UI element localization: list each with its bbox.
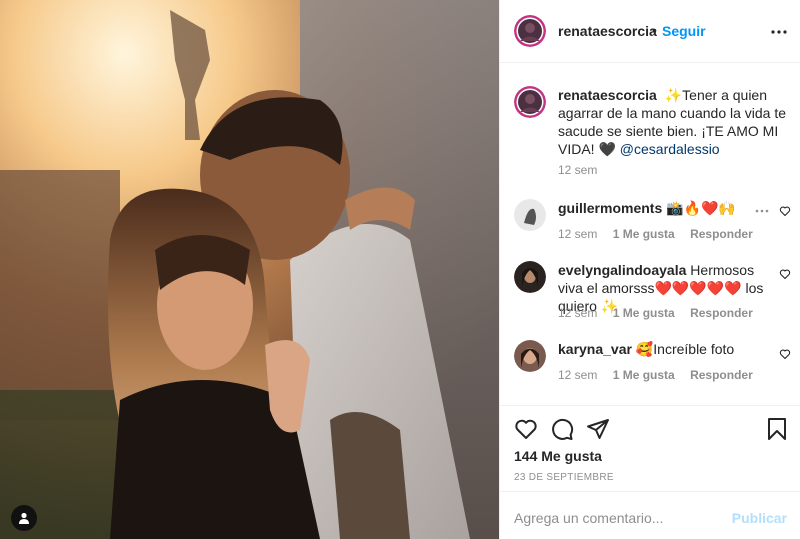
- heart-icon[interactable]: [779, 348, 791, 360]
- comment-username[interactable]: guillermoments: [558, 200, 662, 216]
- comment-time: 12 sem: [558, 227, 598, 241]
- comment-likes[interactable]: 1 Me gusta: [613, 227, 675, 241]
- separator-dot: •: [652, 22, 657, 38]
- post-photo[interactable]: [0, 0, 499, 539]
- comment-body: 🥰Increíble foto: [635, 341, 735, 357]
- paper-plane-icon[interactable]: [586, 417, 610, 441]
- comment-likes[interactable]: 1 Me gusta: [613, 368, 675, 382]
- comment-meta: 12 sem 1 Me gusta Responder: [558, 368, 765, 382]
- follow-button[interactable]: Seguir: [662, 23, 706, 39]
- comment-time: 12 sem: [558, 368, 598, 382]
- comment-body: 📸🔥❤️🙌: [666, 200, 736, 216]
- heart-icon[interactable]: [779, 205, 791, 217]
- author-username[interactable]: renataescorcia: [558, 23, 657, 39]
- tagged-users-button[interactable]: [11, 505, 37, 531]
- post-side-panel: renataescorcia • Seguir renataescorcia ✨…: [499, 0, 800, 539]
- caption-text: renataescorcia ✨Tener a quien agarrar de…: [558, 86, 790, 158]
- author-avatar[interactable]: [514, 15, 546, 47]
- comment-avatar[interactable]: [514, 199, 546, 231]
- comment-likes[interactable]: 1 Me gusta: [613, 306, 675, 320]
- comment-input[interactable]: Agrega un comentario...: [514, 510, 663, 526]
- post-date: 23 DE SEPTIEMBRE: [514, 472, 614, 483]
- comment-username[interactable]: evelyngalindoayala: [558, 262, 686, 278]
- more-dots-icon[interactable]: [771, 24, 787, 40]
- comment-text: guillermoments 📸🔥❤️🙌: [558, 199, 770, 217]
- user-icon: [19, 512, 29, 524]
- couple-photo: [0, 0, 499, 539]
- comment-text: karyna_var 🥰Increíble foto: [558, 340, 770, 358]
- comment-meta: 12 sem 1 Me gusta Responder: [558, 306, 765, 320]
- comment-avatar[interactable]: [514, 340, 546, 372]
- post-actions: 144 Me gusta 23 DE SEPTIEMBRE: [500, 405, 800, 491]
- post-header: renataescorcia • Seguir: [500, 0, 800, 63]
- comment-composer: Agrega un comentario... Publicar: [500, 491, 800, 539]
- caption-mention[interactable]: @cesardalessio: [620, 141, 720, 157]
- comment-time: 12 sem: [558, 306, 598, 320]
- reply-button[interactable]: Responder: [690, 227, 753, 241]
- comment-avatar[interactable]: [514, 261, 546, 293]
- comment-more-icon[interactable]: [755, 209, 769, 213]
- publish-button[interactable]: Publicar: [732, 510, 787, 526]
- reply-button[interactable]: Responder: [690, 368, 753, 382]
- caption-username[interactable]: renataescorcia: [558, 87, 657, 103]
- bookmark-icon[interactable]: [765, 417, 789, 441]
- heart-icon[interactable]: [779, 268, 791, 280]
- heart-icon[interactable]: [514, 417, 538, 441]
- comment-meta: 12 sem 1 Me gusta Responder: [558, 227, 765, 241]
- comment-username[interactable]: karyna_var: [558, 341, 632, 357]
- reply-button[interactable]: Responder: [690, 306, 753, 320]
- likes-count[interactable]: 144 Me gusta: [514, 448, 602, 464]
- comment-icon[interactable]: [550, 417, 574, 441]
- caption-avatar[interactable]: [514, 86, 546, 118]
- caption-time: 12 sem: [558, 163, 598, 177]
